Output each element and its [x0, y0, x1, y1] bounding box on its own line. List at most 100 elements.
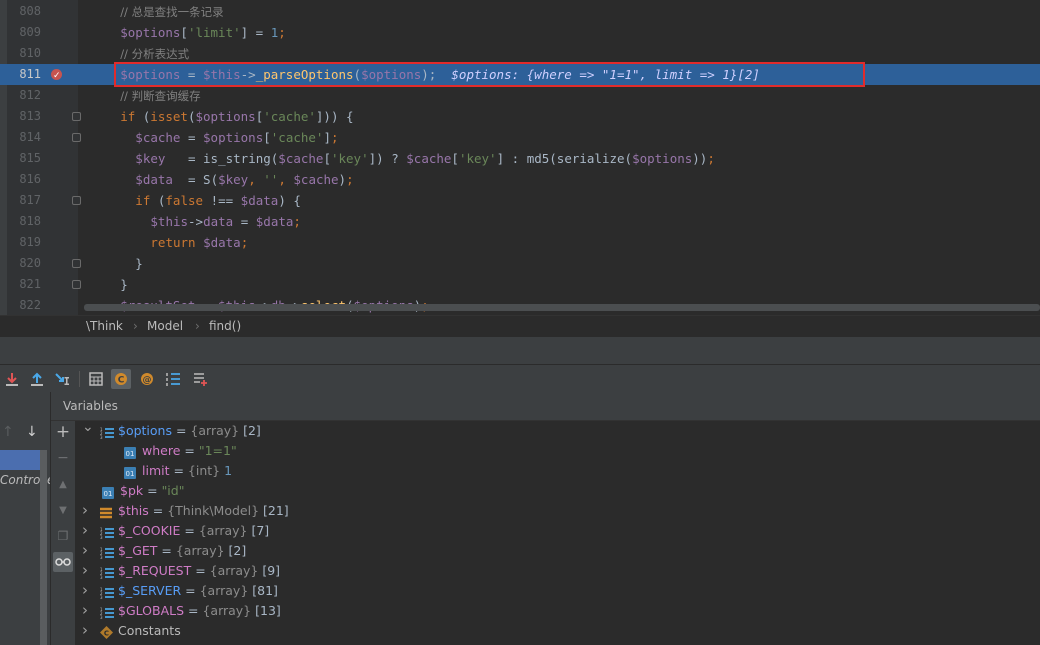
code-token: false [165, 193, 211, 208]
variable-row[interactable]: › 1 2 3 $_COOKIE = {array} [7] [76, 521, 1040, 541]
variable-name: $pk [120, 483, 144, 498]
chevron-right-icon[interactable]: › [82, 600, 94, 620]
variable-row[interactable]: › 1 2 3 $_GET = {array} [2] [76, 541, 1040, 561]
breadcrumb-item-namespace[interactable]: \Think [86, 319, 123, 333]
line-number[interactable]: 814 [7, 127, 41, 148]
code-text: $cache = $options['cache']; [135, 127, 338, 148]
code-line[interactable]: 816 $data = S($key, '', $cache); [0, 169, 1040, 190]
line-number[interactable]: 822 [7, 295, 41, 315]
toolbar-separator [79, 371, 80, 387]
line-number[interactable]: 808 [7, 1, 41, 22]
breadcrumb-item-method[interactable]: find() [209, 319, 241, 333]
variable-row[interactable]: › C Constants [76, 621, 1040, 641]
variable-row[interactable]: › 1 2 3 $GLOBALS = {array} [13] [76, 601, 1040, 621]
chevron-right-icon[interactable]: › [82, 540, 94, 560]
restore-layout-icon[interactable]: C [111, 369, 131, 389]
arrow-up-icon[interactable]: ↑ [2, 424, 14, 440]
code-line[interactable]: 808 // 总是查找一条记录 [0, 1, 1040, 22]
variable-row[interactable]: › 1 2 3 $_SERVER = {array} [81] [76, 581, 1040, 601]
line-number[interactable]: 817 [7, 190, 41, 211]
fold-marker-icon[interactable] [72, 196, 81, 205]
chevron-right-icon[interactable]: › [82, 580, 94, 600]
code-token: [ [180, 25, 188, 40]
code-token: = [180, 130, 204, 145]
code-text: return $data; [150, 232, 248, 253]
line-number[interactable]: 810 [7, 43, 41, 64]
variable-label: $this = {Think\Model} [21] [118, 501, 289, 521]
line-number[interactable]: 820 [7, 253, 41, 274]
code-line[interactable]: 812 // 判断查询缓存 [0, 85, 1040, 106]
line-number[interactable]: 812 [7, 85, 41, 106]
breadcrumb-item-class[interactable]: Model [147, 319, 183, 333]
code-token: 'cache' [263, 109, 316, 124]
code-line[interactable]: 814 $cache = $options['cache']; [0, 127, 1040, 148]
step-out-icon[interactable] [27, 369, 47, 389]
minus-icon[interactable]: − [53, 448, 73, 468]
code-token: isset [150, 109, 188, 124]
line-number[interactable]: 813 [7, 106, 41, 127]
variable-row[interactable]: ⌄ 1 2 3 $options = {array} [2] [76, 419, 1040, 441]
variables-title: Variables [63, 399, 118, 413]
add-icon[interactable]: + [53, 422, 73, 442]
arrow-down-icon[interactable]: ↓ [26, 424, 38, 440]
code-line[interactable]: 810 // 分析表达式 [0, 43, 1040, 64]
code-line[interactable]: 815 $key = is_string($cache['key']) ? $ca… [0, 148, 1040, 169]
line-number[interactable]: 816 [7, 169, 41, 190]
code-token: 'cache' [270, 130, 324, 145]
fold-marker-icon[interactable] [72, 133, 81, 142]
code-line[interactable]: 809 $options['limit'] = 1; [0, 22, 1040, 43]
code-token: = S( [172, 172, 219, 187]
variable-row[interactable]: 01 where = "1=1" [76, 441, 1040, 461]
code-token: $cache [278, 151, 324, 166]
chevron-right-icon[interactable]: › [82, 500, 94, 520]
copy-icon[interactable]: ❐ [53, 526, 73, 546]
equals-sign: = [143, 483, 162, 498]
editor-horizontal-scrollbar[interactable] [84, 304, 1040, 311]
annotation-highlight-box [114, 62, 865, 87]
fold-marker-icon[interactable] [72, 280, 81, 289]
fold-marker-icon[interactable] [72, 259, 81, 268]
frames-scrollbar[interactable] [40, 450, 47, 645]
run-to-cursor-icon[interactable] [53, 369, 73, 389]
equals-sign: = [180, 523, 199, 538]
chevron-right-icon[interactable]: › [82, 620, 94, 640]
code-line[interactable]: 817 if (false !== $data) { [0, 190, 1040, 211]
line-number[interactable]: 818 [7, 211, 41, 232]
move-up-icon[interactable]: ▲ [53, 474, 73, 494]
chevron-right-icon[interactable]: › [82, 560, 94, 580]
code-line[interactable]: 813 if (isset($options['cache'])) { [0, 106, 1040, 127]
code-token: 'key' [458, 151, 497, 166]
line-number[interactable]: 819 [7, 232, 41, 253]
code-token: ; [346, 172, 354, 187]
frames-list-icon[interactable] [163, 369, 183, 389]
code-line[interactable]: 818 $this->data = $data; [0, 211, 1040, 232]
line-number[interactable]: 815 [7, 148, 41, 169]
code-line[interactable]: 819 return $data; [0, 232, 1040, 253]
evaluate-icon[interactable] [86, 369, 106, 389]
fold-marker-icon[interactable] [72, 112, 81, 121]
line-number[interactable]: 821 [7, 274, 41, 295]
chevron-right-icon[interactable]: › [82, 520, 94, 540]
settings-icon[interactable]: @ [137, 369, 157, 389]
line-number[interactable]: 809 [7, 22, 41, 43]
step-into-icon[interactable] [2, 369, 22, 389]
code-text: } [135, 253, 143, 274]
add-watch-icon[interactable] [190, 369, 210, 389]
variable-row[interactable]: › 1 2 3 $_REQUEST = {array} [9] [76, 561, 1040, 581]
move-down-icon[interactable]: ▼ [53, 500, 73, 520]
variable-row[interactable]: 01 $pk = "id" [76, 481, 1040, 501]
chevron-down-icon[interactable]: ⌄ [82, 417, 94, 437]
code-text: if (isset($options['cache'])) { [120, 106, 353, 127]
breakpoint-icon[interactable] [51, 66, 62, 87]
variable-row[interactable]: 01 limit = {int} 1 [76, 461, 1040, 481]
code-line[interactable]: 820} [0, 253, 1040, 274]
code-token: $data [135, 172, 173, 187]
variable-row[interactable]: › $this = {Think\Model} [21] [76, 501, 1040, 521]
code-editor[interactable]: 808// 总是查找一条记录 809 $options['limit'] = 1; 8… [0, 0, 1040, 315]
watches-glasses-icon[interactable] [53, 552, 73, 572]
panel-divider[interactable] [0, 337, 1040, 364]
code-line[interactable]: 821} [0, 274, 1040, 295]
variables-tree[interactable]: ⌄ 1 2 3 $options = {array} [2] 01 where = "1=1… [76, 419, 1040, 645]
equals-sign: = [191, 563, 210, 578]
line-number[interactable]: 811 [7, 64, 41, 85]
